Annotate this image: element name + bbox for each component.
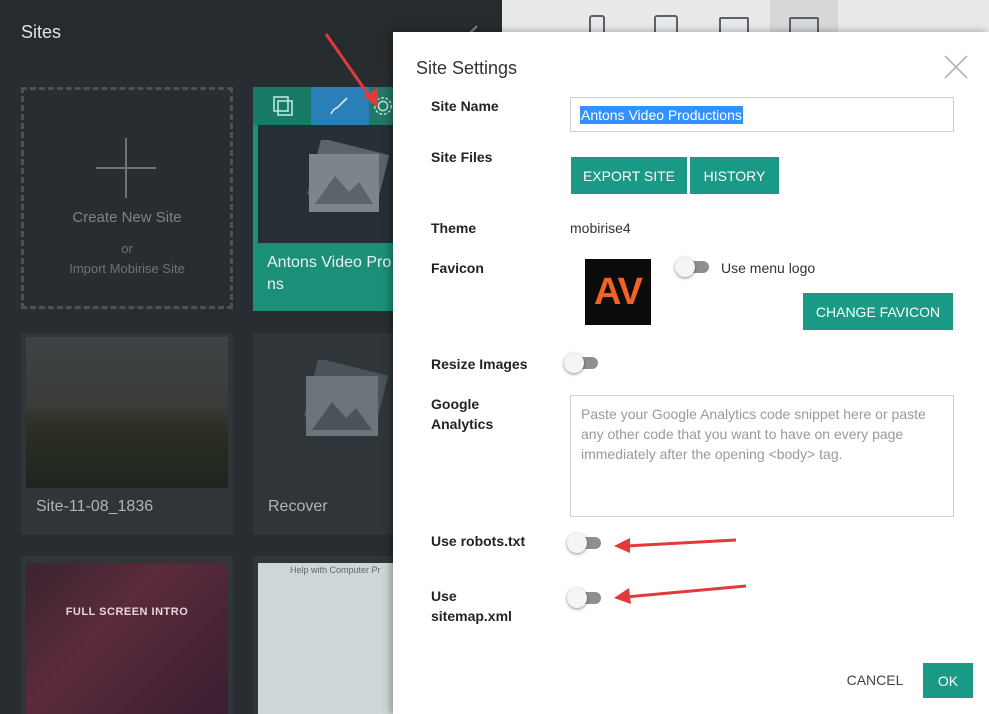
sitemap-toggle[interactable] bbox=[567, 588, 603, 608]
dialog-title: Site Settings bbox=[416, 58, 518, 78]
sites-title: Sites bbox=[21, 22, 62, 42]
plus-icon-vertical bbox=[125, 138, 127, 198]
import-site-link[interactable]: Import Mobirise Site bbox=[21, 261, 233, 276]
site-thumbnail bbox=[26, 563, 228, 714]
duplicate-icon bbox=[273, 96, 293, 116]
image-placeholder-icon bbox=[303, 360, 389, 436]
google-analytics-label-line2: Analytics bbox=[431, 416, 494, 432]
theme-label: Theme bbox=[431, 220, 477, 236]
site-name-selected-text: Antons Video Productions bbox=[580, 106, 743, 124]
site-card-title-wrap: ns bbox=[267, 276, 284, 293]
export-site-button[interactable]: EXPORT SITE bbox=[571, 157, 687, 194]
sitemap-label: Use bbox=[431, 588, 457, 604]
create-new-site-label: Create New Site bbox=[72, 209, 182, 226]
close-icon[interactable] bbox=[942, 53, 970, 81]
or-label: or bbox=[121, 241, 133, 256]
site-thumbnail bbox=[26, 337, 228, 488]
site-thumbnail-heading: FULL SCREEN INTRO bbox=[65, 606, 189, 618]
site-thumbnail-heading: Help with Computer Pr bbox=[290, 565, 381, 575]
ok-button[interactable]: OK bbox=[923, 663, 973, 698]
google-analytics-label: Google bbox=[431, 396, 480, 412]
toggle-knob bbox=[567, 588, 587, 608]
theme-value: mobirise4 bbox=[570, 220, 631, 236]
annotation-arrow bbox=[614, 538, 737, 553]
robots-toggle[interactable] bbox=[567, 533, 603, 553]
site-card-title: Site-11-08_1836 bbox=[36, 498, 154, 515]
sitemap-label-line2: sitemap.xml bbox=[431, 608, 512, 624]
favicon-label: Favicon bbox=[431, 260, 484, 276]
site-thumbnail bbox=[258, 563, 394, 714]
google-analytics-textarea[interactable] bbox=[570, 395, 954, 517]
favicon-image: AV bbox=[585, 259, 651, 325]
use-menu-logo-label: Use menu logo bbox=[721, 260, 816, 276]
site-card-title: Recover bbox=[268, 498, 328, 515]
annotation-arrow bbox=[324, 33, 378, 108]
toggle-knob bbox=[567, 533, 587, 553]
site-files-label: Site Files bbox=[431, 149, 493, 165]
use-menu-logo-toggle[interactable] bbox=[675, 257, 711, 277]
image-placeholder-icon bbox=[307, 140, 390, 212]
resize-images-label: Resize Images bbox=[431, 356, 528, 372]
site-card-title: Antons Video Pro bbox=[267, 254, 392, 271]
toggle-knob bbox=[564, 353, 584, 373]
robots-label: Use robots.txt bbox=[431, 533, 526, 549]
resize-images-toggle[interactable] bbox=[564, 353, 600, 373]
site-name-label: Site Name bbox=[431, 98, 499, 114]
cancel-button[interactable]: CANCEL bbox=[840, 663, 910, 697]
history-button[interactable]: HISTORY bbox=[690, 157, 779, 194]
toggle-knob bbox=[675, 257, 695, 277]
annotation-arrow bbox=[614, 584, 747, 604]
change-favicon-button[interactable]: CHANGE FAVICON bbox=[803, 293, 953, 330]
